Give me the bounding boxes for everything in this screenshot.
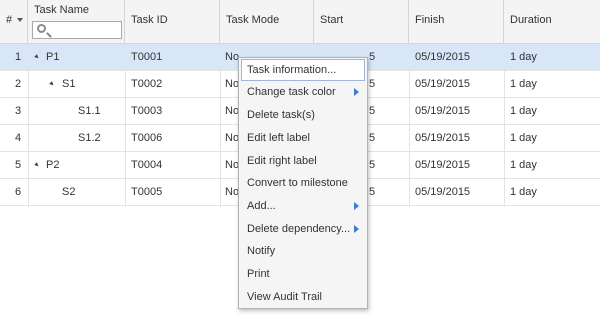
menu-item-label: Print — [247, 268, 270, 280]
menu-item-label: Notify — [247, 245, 276, 257]
column-header-task-mode-label: Task Mode — [226, 14, 280, 26]
task-id-cell[interactable]: T0006 — [131, 125, 162, 151]
duration-cell[interactable]: 1 day — [510, 179, 537, 205]
menu-item-delete-dependency[interactable]: Delete dependency... — [241, 218, 365, 240]
finish-cell[interactable]: 05/19/2015 — [415, 152, 470, 178]
column-header-start-label: Start — [320, 14, 344, 26]
duration-cell[interactable]: 1 day — [510, 125, 537, 151]
finish-cell[interactable]: 05/19/2015 — [415, 125, 470, 151]
column-header-finish-label: Finish — [415, 14, 445, 26]
menu-item-edit-right-label[interactable]: Edit right label — [241, 150, 365, 172]
start-cell[interactable]: 5 — [369, 98, 375, 124]
expand-triangle-icon[interactable] — [34, 54, 40, 60]
sort-desc-icon[interactable] — [17, 18, 23, 22]
finish-cell[interactable]: 05/19/2015 — [415, 179, 470, 205]
menu-item-label: Edit right label — [247, 155, 317, 167]
menu-item-view-audit-trail[interactable]: View Audit Trail — [241, 286, 365, 308]
search-icon[interactable] — [37, 24, 46, 33]
duration-cell[interactable]: 1 day — [510, 71, 537, 97]
expand-triangle-icon[interactable] — [34, 162, 40, 168]
menu-item-convert-to-milestone[interactable]: Convert to milestone — [241, 172, 365, 194]
grid-header: # Task Name Task ID Task Mode Start Fini… — [0, 0, 600, 44]
task-name-cell[interactable]: S1.2 — [78, 125, 101, 151]
submenu-arrow-icon — [354, 225, 359, 233]
task-mode-cell[interactable]: No — [225, 125, 239, 151]
task-id-cell[interactable]: T0001 — [131, 44, 162, 70]
task-id-cell[interactable]: T0005 — [131, 179, 162, 205]
menu-item-print[interactable]: Print — [241, 263, 365, 285]
task-mode-cell[interactable]: No — [225, 98, 239, 124]
duration-cell[interactable]: 1 day — [510, 98, 537, 124]
row-number: 5 — [15, 159, 22, 171]
column-header-duration-label: Duration — [510, 14, 552, 26]
row-number: 2 — [15, 78, 22, 90]
menu-item-edit-left-label[interactable]: Edit left label — [241, 127, 365, 149]
column-header-task-id-label: Task ID — [131, 14, 168, 26]
start-cell[interactable]: 5 — [369, 71, 375, 97]
menu-item-task-information[interactable]: Task information... — [241, 59, 365, 81]
menu-item-notify[interactable]: Notify — [241, 240, 365, 262]
menu-item-label: Task information... — [247, 64, 337, 76]
menu-item-label: Add... — [247, 200, 276, 212]
column-header-finish[interactable]: Finish — [409, 0, 504, 43]
task-name-cell[interactable]: P2 — [46, 152, 59, 178]
task-name-cell[interactable]: S1.1 — [78, 98, 101, 124]
column-header-number-label: # — [6, 14, 13, 26]
row-number: 6 — [15, 186, 22, 198]
menu-item-add[interactable]: Add... — [241, 195, 365, 217]
menu-item-label: Edit left label — [247, 132, 310, 144]
expand-triangle-icon[interactable] — [49, 81, 55, 87]
submenu-arrow-icon — [354, 88, 359, 96]
menu-item-label: Change task color — [247, 86, 336, 98]
column-header-number[interactable]: # — [0, 0, 28, 43]
menu-item-label: View Audit Trail — [247, 291, 323, 303]
start-cell[interactable]: 5 — [369, 44, 375, 70]
menu-item-change-task-color[interactable]: Change task color — [241, 81, 365, 103]
task-mode-cell[interactable]: No — [225, 44, 239, 70]
menu-item-label: Convert to milestone — [247, 177, 348, 189]
task-id-cell[interactable]: T0003 — [131, 98, 162, 124]
row-number: 3 — [15, 105, 22, 117]
menu-item-label: Delete task(s) — [247, 109, 315, 121]
start-cell[interactable]: 5 — [369, 179, 375, 205]
context-menu: Task information... Change task color De… — [238, 57, 368, 309]
finish-cell[interactable]: 05/19/2015 — [415, 71, 470, 97]
task-mode-cell[interactable]: No — [225, 152, 239, 178]
duration-cell[interactable]: 1 day — [510, 44, 537, 70]
row-number: 4 — [15, 132, 22, 144]
column-header-start[interactable]: Start — [314, 0, 409, 43]
task-name-search-input[interactable] — [32, 21, 122, 39]
task-id-cell[interactable]: T0004 — [131, 152, 162, 178]
column-header-task-name-label: Task Name — [34, 4, 90, 16]
column-header-task-mode[interactable]: Task Mode — [220, 0, 314, 43]
finish-cell[interactable]: 05/19/2015 — [415, 98, 470, 124]
submenu-arrow-icon — [354, 202, 359, 210]
task-mode-cell[interactable]: No — [225, 179, 239, 205]
start-cell[interactable]: 5 — [369, 152, 375, 178]
task-name-cell[interactable]: S2 — [62, 179, 75, 205]
task-id-cell[interactable]: T0002 — [131, 71, 162, 97]
column-header-duration[interactable]: Duration — [504, 0, 600, 43]
task-name-cell[interactable]: P1 — [46, 44, 59, 70]
task-name-cell[interactable]: S1 — [62, 71, 75, 97]
finish-cell[interactable]: 05/19/2015 — [415, 44, 470, 70]
menu-item-delete-tasks[interactable]: Delete task(s) — [241, 104, 365, 126]
row-number: 1 — [15, 51, 22, 63]
task-mode-cell[interactable]: No — [225, 71, 239, 97]
start-cell[interactable]: 5 — [369, 125, 375, 151]
column-header-task-id[interactable]: Task ID — [125, 0, 220, 43]
menu-item-label: Delete dependency... — [247, 223, 351, 235]
duration-cell[interactable]: 1 day — [510, 152, 537, 178]
